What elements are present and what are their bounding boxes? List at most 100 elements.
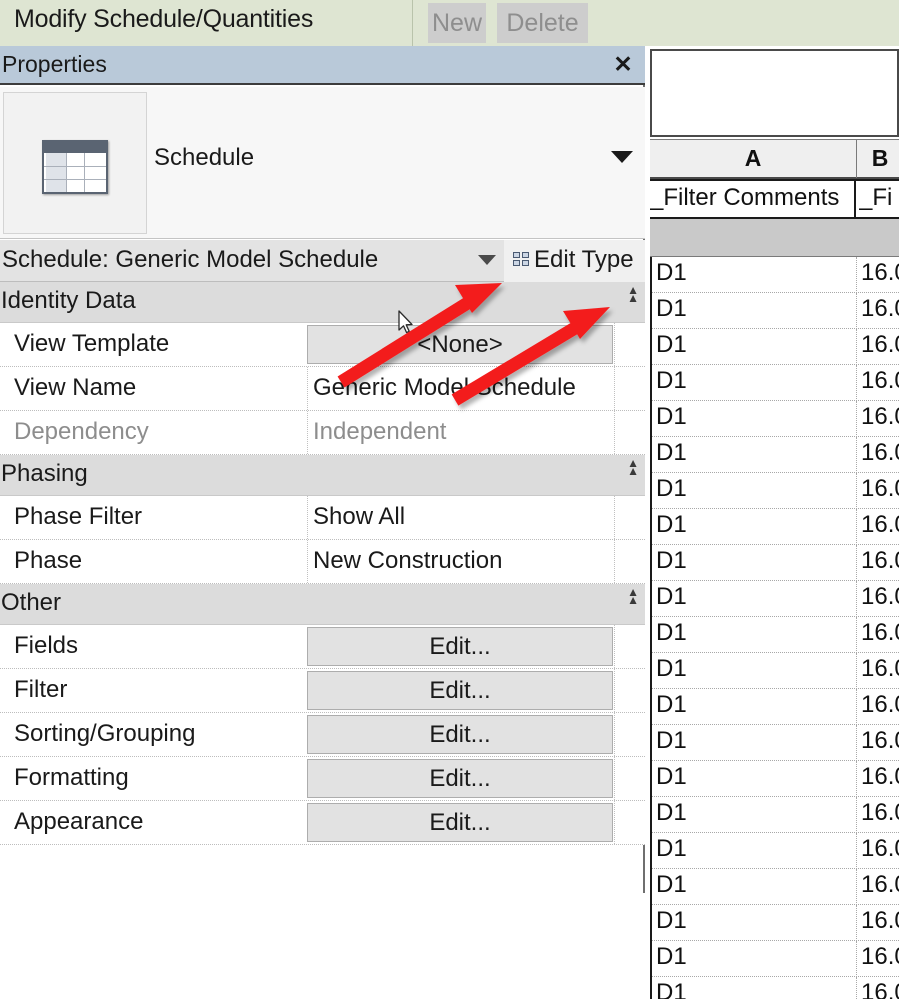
cell-second-column[interactable]: 16.0 [861,835,899,863]
chevron-down-icon[interactable] [478,255,496,265]
table-row[interactable]: D1 16.0 [652,581,899,617]
property-row-tail [614,801,645,844]
cell-second-column[interactable]: 16.0 [861,763,899,791]
cell-second-column[interactable]: 16.0 [861,619,899,647]
cell-filter-comments[interactable]: D1 [656,763,687,791]
cell-second-column[interactable]: 16.0 [861,331,899,359]
column-letter-a[interactable]: A [650,140,857,178]
table-row[interactable]: D1 16.0 [652,545,899,581]
cell-second-column[interactable]: 16.0 [861,475,899,503]
property-value-button[interactable]: <None> [307,325,613,364]
table-row[interactable]: D1 16.0 [652,329,899,365]
cell-filter-comments[interactable]: D1 [656,259,687,287]
table-row[interactable]: D1 16.0 [652,293,899,329]
property-section-header[interactable]: Phasing ▲ ▲ [0,455,645,496]
field-header-second-column[interactable]: _Fi [859,181,899,217]
cell-filter-comments[interactable]: D1 [656,979,687,999]
cell-filter-comments[interactable]: D1 [656,511,687,539]
table-row[interactable]: D1 16.0 [652,617,899,653]
cell-second-column[interactable]: 16.0 [861,691,899,719]
cell-filter-comments[interactable]: D1 [656,439,687,467]
table-row[interactable]: D1 16.0 [652,977,899,999]
table-row[interactable]: D1 16.0 [652,869,899,905]
cell-second-column[interactable]: 16.0 [861,295,899,323]
cell-second-column[interactable]: 16.0 [861,547,899,575]
property-value-button[interactable]: Edit... [307,671,613,710]
cell-filter-comments[interactable]: D1 [656,871,687,899]
property-value-button[interactable]: Edit... [307,803,613,842]
cell-divider [856,977,857,999]
cell-second-column[interactable]: 16.0 [861,907,899,935]
property-value-cell[interactable]: Independent [307,411,614,454]
table-row[interactable]: D1 16.0 [652,797,899,833]
cell-filter-comments[interactable]: D1 [656,943,687,971]
table-row[interactable]: D1 16.0 [652,509,899,545]
table-row[interactable]: D1 16.0 [652,257,899,293]
cell-second-column[interactable]: 16.0 [861,439,899,467]
cell-filter-comments[interactable]: D1 [656,583,687,611]
type-name-label[interactable]: Schedule: Generic Model Schedule [2,246,378,274]
new-button[interactable]: New [428,3,486,43]
cell-filter-comments[interactable]: D1 [656,295,687,323]
table-row[interactable]: D1 16.0 [652,905,899,941]
property-value-cell[interactable]: New Construction [307,540,614,583]
cell-filter-comments[interactable]: D1 [656,907,687,935]
cell-filter-comments[interactable]: D1 [656,547,687,575]
type-selector-preview[interactable]: Schedule [0,87,645,239]
cell-divider [856,437,857,473]
table-row[interactable]: D1 16.0 [652,473,899,509]
cell-filter-comments[interactable]: D1 [656,331,687,359]
property-value-button[interactable]: Edit... [307,627,613,666]
cell-filter-comments[interactable]: D1 [656,799,687,827]
cell-filter-comments[interactable]: D1 [656,691,687,719]
cell-filter-comments[interactable]: D1 [656,619,687,647]
table-row[interactable]: D1 16.0 [652,437,899,473]
column-letter-b[interactable]: B [858,140,899,178]
property-value-cell[interactable]: Show All [307,496,614,539]
cell-second-column[interactable]: 16.0 [861,871,899,899]
close-icon[interactable]: ✕ [611,53,635,77]
property-name: Appearance [14,808,144,835]
chevron-up-collapse-icon[interactable]: ▲ ▲ [627,586,639,606]
cell-filter-comments[interactable]: D1 [656,655,687,683]
table-row[interactable]: D1 16.0 [652,653,899,689]
property-row: Formatting Edit... [0,757,645,801]
cell-second-column[interactable]: 16.0 [861,799,899,827]
table-row[interactable]: D1 16.0 [652,401,899,437]
cell-second-column[interactable]: 16.0 [861,979,899,999]
table-row[interactable]: D1 16.0 [652,689,899,725]
cell-filter-comments[interactable]: D1 [656,727,687,755]
chevron-down-icon[interactable] [611,151,633,163]
cell-filter-comments[interactable]: D1 [656,835,687,863]
cell-second-column[interactable]: 16.0 [861,259,899,287]
field-header-filter-comments[interactable]: _Filter Comments [650,181,856,217]
property-value-cell[interactable]: Generic Model Schedule [307,367,614,410]
cell-second-column[interactable]: 16.0 [861,943,899,971]
cell-divider [856,293,857,329]
table-row[interactable]: D1 16.0 [652,941,899,977]
cell-second-column[interactable]: 16.0 [861,367,899,395]
cell-second-column[interactable]: 16.0 [861,655,899,683]
property-name: View Name [14,374,137,401]
property-value-button[interactable]: Edit... [307,759,613,798]
table-row[interactable]: D1 16.0 [652,761,899,797]
edit-type-button[interactable]: Edit Type [504,240,645,282]
table-row[interactable]: D1 16.0 [652,833,899,869]
ribbon-context-title: Modify Schedule/Quantities [14,5,314,33]
property-section-header[interactable]: Other ▲ ▲ [0,584,645,625]
cell-filter-comments[interactable]: D1 [656,367,687,395]
cell-filter-comments[interactable]: D1 [656,475,687,503]
cell-filter-comments[interactable]: D1 [656,403,687,431]
table-row[interactable]: D1 16.0 [652,365,899,401]
cell-second-column[interactable]: 16.0 [861,403,899,431]
table-row[interactable]: D1 16.0 [652,725,899,761]
property-value-button[interactable]: Edit... [307,715,613,754]
cell-second-column[interactable]: 16.0 [861,727,899,755]
properties-title: Properties [2,51,107,77]
chevron-up-collapse-icon[interactable]: ▲ ▲ [627,284,639,304]
property-section-header[interactable]: Identity Data ▲ ▲ [0,282,645,323]
cell-second-column[interactable]: 16.0 [861,583,899,611]
cell-second-column[interactable]: 16.0 [861,511,899,539]
chevron-up-collapse-icon[interactable]: ▲ ▲ [627,457,639,477]
delete-button[interactable]: Delete [497,3,588,43]
